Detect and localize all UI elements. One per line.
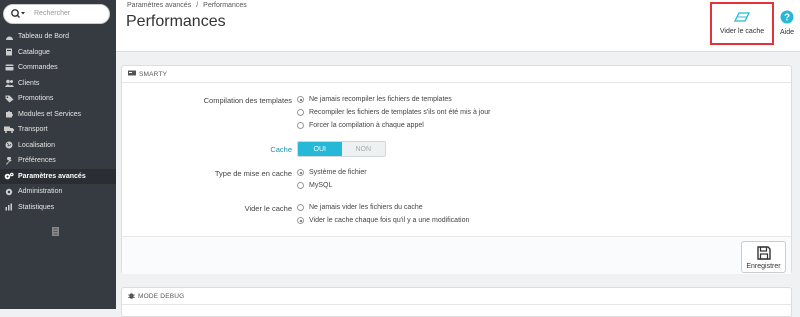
save-label: Enregistrer <box>746 263 781 270</box>
option-label: MySQL <box>309 182 333 189</box>
sidebar-item-modules[interactable]: Modules et Services <box>0 107 116 123</box>
clear-cache-setting-label: Vider le cache <box>244 204 292 213</box>
radio-button[interactable] <box>297 204 304 211</box>
option-label: Ne jamais vider les fichiers du cache <box>309 204 423 211</box>
radio-button[interactable] <box>297 169 304 176</box>
sidebar-item-preferences[interactable]: Préférences <box>0 153 116 169</box>
sidebar-item-catalogue[interactable]: Catalogue <box>0 45 116 61</box>
option-label: Système de fichier <box>309 169 367 176</box>
cache-type-mysql[interactable]: MySQL <box>297 182 332 189</box>
sidebar-item-label: Administration <box>18 188 63 196</box>
sidebar-item-stats[interactable]: Statistiques <box>0 200 116 216</box>
radio-button[interactable] <box>297 109 304 116</box>
sidebar-item-label: Commandes <box>18 64 58 72</box>
help-button[interactable]: ? Aide <box>777 10 797 36</box>
clear-cache-button[interactable]: Vider le cache <box>710 2 774 45</box>
sidebar-item-label: Transport <box>18 126 48 134</box>
sidebar-item-label: Modules et Services <box>18 110 82 118</box>
sidebar-item-clients[interactable]: Clients <box>0 76 116 92</box>
speedometer-icon <box>4 32 14 41</box>
cogs-icon <box>4 172 14 181</box>
sidebar-item-promotions[interactable]: Promotions <box>0 91 116 107</box>
bar-chart-icon <box>4 203 14 212</box>
sidebar-collapse-handle-icon[interactable] <box>52 227 59 236</box>
cache-yes-option[interactable]: OUI <box>298 142 342 156</box>
radio-button[interactable] <box>297 96 304 103</box>
sidebar-item-label: Clients <box>18 79 40 87</box>
cache-type-label: Type de mise en cache <box>214 169 292 178</box>
clear-option-on-change[interactable]: Vider le cache chaque fois qu'il y a une… <box>297 217 469 224</box>
radio-button[interactable] <box>297 122 304 129</box>
radio-button[interactable] <box>297 217 304 224</box>
search-input[interactable]: Rechercher <box>34 10 70 17</box>
sidebar-item-label: Catalogue <box>18 48 50 56</box>
wrench-icon <box>4 156 14 165</box>
clear-option-never[interactable]: Ne jamais vider les fichiers du cache <box>297 204 423 211</box>
debug-panel: MODE DEBUG <box>121 287 792 317</box>
compile-option-force[interactable]: Forcer la compilation à chaque appel <box>297 122 424 129</box>
sidebar-item-label: Paramètres avancés <box>18 172 86 180</box>
compile-option-never[interactable]: Ne jamais recompiler les fichiers de tem… <box>297 96 452 103</box>
svg-text:?: ? <box>784 13 790 24</box>
credit-card-icon <box>4 63 14 72</box>
sidebar-item-label: Promotions <box>18 95 54 103</box>
sidebar-item-label: Préférences <box>18 157 56 165</box>
save-button[interactable]: Enregistrer <box>741 241 786 273</box>
option-label: Vider le cache chaque fois qu'il y a une… <box>309 217 470 224</box>
book-icon <box>4 48 14 57</box>
cache-toggle[interactable]: OUI NON <box>297 141 386 157</box>
clear-cache-label: Vider le cache <box>719 28 765 35</box>
panel-title: MODE DEBUG <box>138 292 185 300</box>
breadcrumb-current: Performances <box>203 2 247 9</box>
option-label: Recompiler les fichiers de templates s'i… <box>309 109 491 116</box>
breadcrumb: Paramètres avancés / Performances <box>127 2 247 9</box>
sidebar-item-administration[interactable]: Administration <box>0 184 116 200</box>
radio-button[interactable] <box>297 182 304 189</box>
tag-icon <box>4 94 14 103</box>
sidebar-item-transport[interactable]: Transport <box>0 122 116 138</box>
help-label: Aide <box>779 29 794 36</box>
puzzle-icon <box>4 110 14 119</box>
sidebar-item-advanced-params[interactable]: Paramètres avancés <box>0 168 116 184</box>
search-box[interactable]: Rechercher <box>3 4 110 24</box>
bug-icon <box>128 292 138 301</box>
sidebar-item-commandes[interactable]: Commandes <box>0 60 116 76</box>
compile-option-updated[interactable]: Recompiler les fichiers de templates s'i… <box>297 109 490 116</box>
page-header: Paramètres avancés / Performances Performa… <box>116 0 800 52</box>
cache-no-option[interactable]: NON <box>341 142 385 156</box>
page-title: Performances <box>126 13 226 30</box>
sidebar: Rechercher Tableau de Bord Catalogue Com… <box>0 0 116 309</box>
sidebar-item-label: Localisation <box>18 141 55 149</box>
breadcrumb-separator: / <box>196 2 199 9</box>
option-label: Ne jamais recompiler les fichiers de tem… <box>309 96 452 103</box>
question-circle-icon: ? <box>780 10 794 26</box>
sidebar-item-label: Statistiques <box>18 203 55 211</box>
gear-icon <box>4 187 14 196</box>
compile-label: Compilation des templates <box>203 96 292 105</box>
breadcrumb-parent[interactable]: Paramètres avancés <box>127 2 191 9</box>
panel-heading: MODE DEBUG <box>122 288 791 305</box>
eraser-icon <box>733 12 751 24</box>
smarty-panel: SMARTY Compilation des templates Ne jama… <box>121 65 792 274</box>
option-label: Forcer la compilation à chaque appel <box>309 122 424 129</box>
sidebar-item-localisation[interactable]: Localisation <box>0 138 116 154</box>
panel-title: SMARTY <box>139 70 168 78</box>
panel-footer: Enregistrer <box>122 236 791 274</box>
cache-type-file[interactable]: Système de fichier <box>297 169 367 176</box>
truck-icon <box>4 125 14 134</box>
globe-icon <box>4 141 14 150</box>
sidebar-item-label: Tableau de Bord <box>18 33 69 41</box>
save-icon <box>756 246 771 262</box>
users-icon <box>4 79 14 88</box>
storage-icon <box>128 70 139 78</box>
sidebar-item-dashboard[interactable]: Tableau de Bord <box>0 29 116 45</box>
cache-label: Cache <box>270 145 292 154</box>
main-nav: Tableau de Bord Catalogue Commandes Clie… <box>0 29 116 215</box>
search-icon[interactable] <box>10 8 26 20</box>
panel-heading: SMARTY <box>122 66 791 83</box>
